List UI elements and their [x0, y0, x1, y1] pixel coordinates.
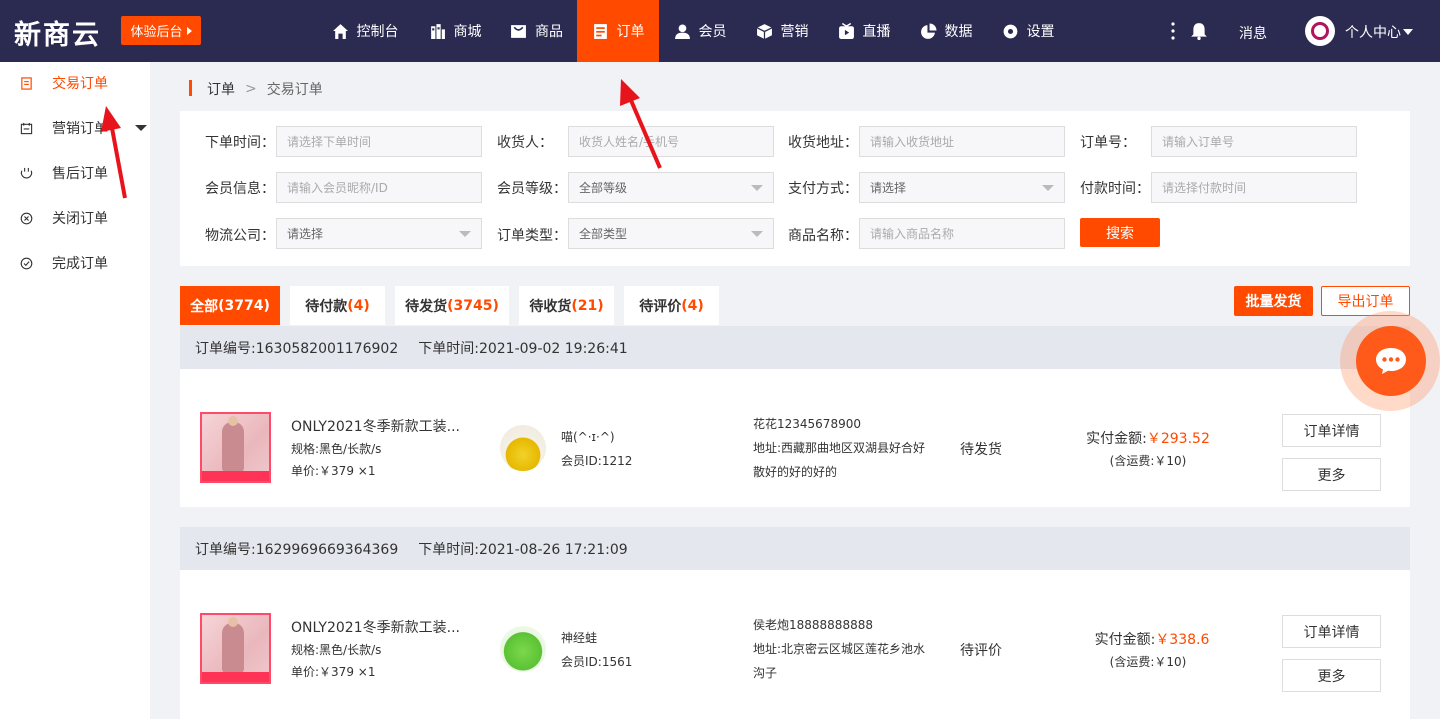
- annotation-arrows: [101, 79, 662, 199]
- arrow-to-orders-nav-icon: [620, 79, 662, 169]
- arrow-to-trade-orders-icon: [101, 106, 127, 199]
